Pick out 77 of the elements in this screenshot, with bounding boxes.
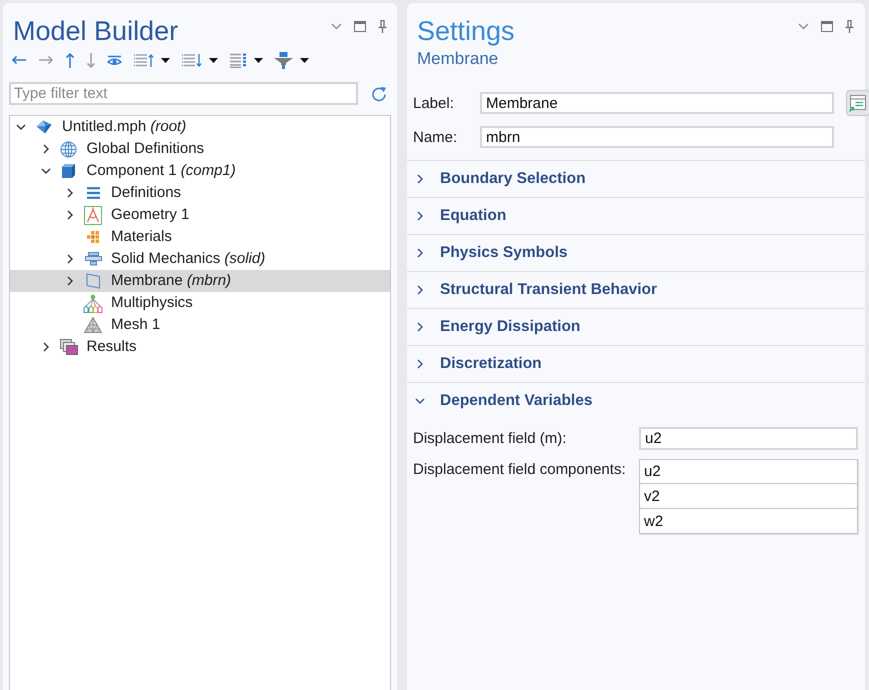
section-header[interactable]: Boundary Selection [407,161,865,198]
bars-icon [84,252,102,266]
section-header[interactable]: Structural Transient Behavior [407,272,865,309]
section-header[interactable]: Equation [407,198,865,235]
chevron-icon[interactable] [16,122,26,132]
field-label: Displacement field components: [413,460,626,478]
text-field[interactable]: Membrane [480,92,834,114]
panel-title: Model Builder [13,15,178,48]
cube-icon [61,163,76,179]
globe-icon [60,140,77,158]
table-field[interactable]: w2 [639,509,858,534]
section-header[interactable]: Physics Symbols [407,235,865,272]
maximize-icon[interactable] [821,21,833,32]
chevron-down-icon[interactable] [798,23,809,30]
caret-down-icon[interactable] [300,58,309,62]
tree-item[interactable]: Membrane (mbrn) [10,270,390,292]
section-header[interactable]: Dependent Variables [407,383,865,419]
diamond-icon [36,120,52,134]
chevron-icon[interactable] [65,188,75,198]
filter-field[interactable]: Type filter text [9,82,358,105]
chevron-icon[interactable] [415,211,425,221]
tree-item[interactable]: Mesh 1 [10,314,390,336]
dots-icon [87,231,99,243]
section-header[interactable]: Discretization [407,346,865,383]
list-icon [86,187,100,199]
chevron-icon[interactable] [415,248,425,258]
tree-item[interactable]: Untitled.mph (root) [10,116,390,138]
tree-item[interactable]: Results [10,336,390,358]
refresh-icon[interactable] [371,86,387,102]
chevron-icon[interactable] [40,144,50,154]
chevron-icon[interactable] [40,342,50,352]
text-field[interactable]: mbrn [480,126,834,148]
chevron-icon[interactable] [415,396,425,406]
pin-icon[interactable] [845,20,854,33]
window-icon[interactable] [846,90,869,116]
tree-item[interactable]: Materials [10,226,390,248]
tree-item[interactable]: Global Definitions [10,138,390,160]
tree-item[interactable]: Definitions [10,182,390,204]
chevron-icon[interactable] [65,276,75,286]
field-label: Displacement field (m): [413,430,566,447]
table-field[interactable]: u2 [639,459,858,484]
caret-down-icon[interactable] [254,58,263,62]
panel-subtitle: Membrane [416,49,498,69]
tree-item[interactable]: Solid Mechanics (solid) [10,248,390,270]
arrow-up-icon[interactable] [65,52,75,68]
caret-down-icon[interactable] [209,58,218,62]
list-up-icon[interactable] [133,52,154,68]
windows-icon [60,339,78,355]
chevron-icon[interactable] [40,166,50,176]
compass-icon [84,206,102,224]
field-label: Name: [413,128,458,146]
columns-icon[interactable] [229,52,247,68]
panel-title: Settings [417,15,515,48]
chevron-down-icon[interactable] [331,23,342,30]
triangle-mesh-icon [84,317,102,333]
chevron-icon[interactable] [415,359,425,369]
chevron-icon[interactable] [415,285,425,295]
filter-icon[interactable] [274,52,293,68]
eye-icon[interactable] [107,54,122,66]
tree-item[interactable]: Component 1 (comp1) [10,160,390,182]
section-header[interactable]: Energy Dissipation [407,309,865,346]
text-field[interactable]: u2 [639,427,858,450]
maximize-icon[interactable] [354,21,366,32]
sheet-icon [86,273,100,289]
table-field[interactable]: v2 [639,484,858,509]
hierarchy-icon [83,294,103,312]
pin-icon[interactable] [378,20,387,33]
tree-item[interactable]: Multiphysics [10,292,390,314]
arrow-left-icon[interactable] [11,55,27,65]
chevron-icon[interactable] [415,174,425,184]
chevron-icon[interactable] [65,254,75,264]
caret-down-icon[interactable] [161,58,170,62]
chevron-icon[interactable] [415,322,425,332]
chevron-icon[interactable] [65,210,75,220]
tree-item[interactable]: Geometry 1 [10,204,390,226]
field-label: Label: [413,94,454,112]
list-down-icon[interactable] [181,52,202,68]
